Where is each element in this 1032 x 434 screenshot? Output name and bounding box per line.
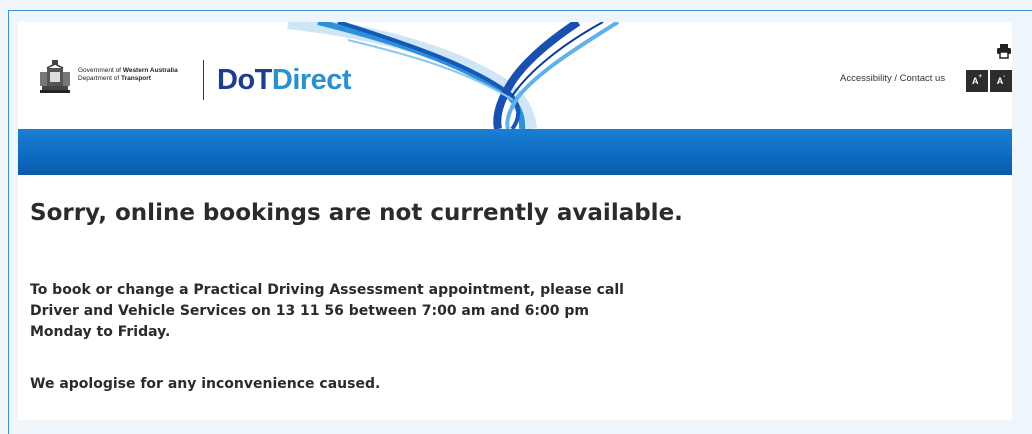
info-line: Driver and Vehicle Services on 13 11 56 … bbox=[30, 303, 589, 319]
navigation-bar bbox=[18, 129, 1012, 175]
printer-icon[interactable] bbox=[996, 43, 1012, 59]
dot-direct-logo[interactable]: DoTDirect bbox=[217, 65, 352, 95]
main-content: Sorry, online bookings are not currently… bbox=[30, 200, 683, 392]
government-of-wa-text: Government of Western Australia Departme… bbox=[78, 67, 178, 82]
booking-info-paragraph: To book or change a Practical Driving As… bbox=[30, 280, 670, 343]
site-header: Government of Western Australia Departme… bbox=[18, 22, 1012, 129]
accessibility-contact-link[interactable]: Accessibility / Contact us bbox=[840, 73, 945, 84]
unavailable-heading: Sorry, online bookings are not currently… bbox=[30, 200, 683, 226]
info-line: To book or change a Practical Driving As… bbox=[30, 282, 624, 298]
page: Government of Western Australia Departme… bbox=[18, 22, 1012, 420]
info-line: Monday to Friday. bbox=[30, 324, 171, 340]
apology-text: We apologise for any inconvenience cause… bbox=[30, 376, 381, 392]
decrease-font-size-button[interactable]: A- bbox=[990, 70, 1012, 92]
logo-divider bbox=[203, 60, 204, 100]
wa-government-crest-icon bbox=[40, 60, 70, 93]
increase-font-size-button[interactable]: A+ bbox=[966, 70, 988, 92]
